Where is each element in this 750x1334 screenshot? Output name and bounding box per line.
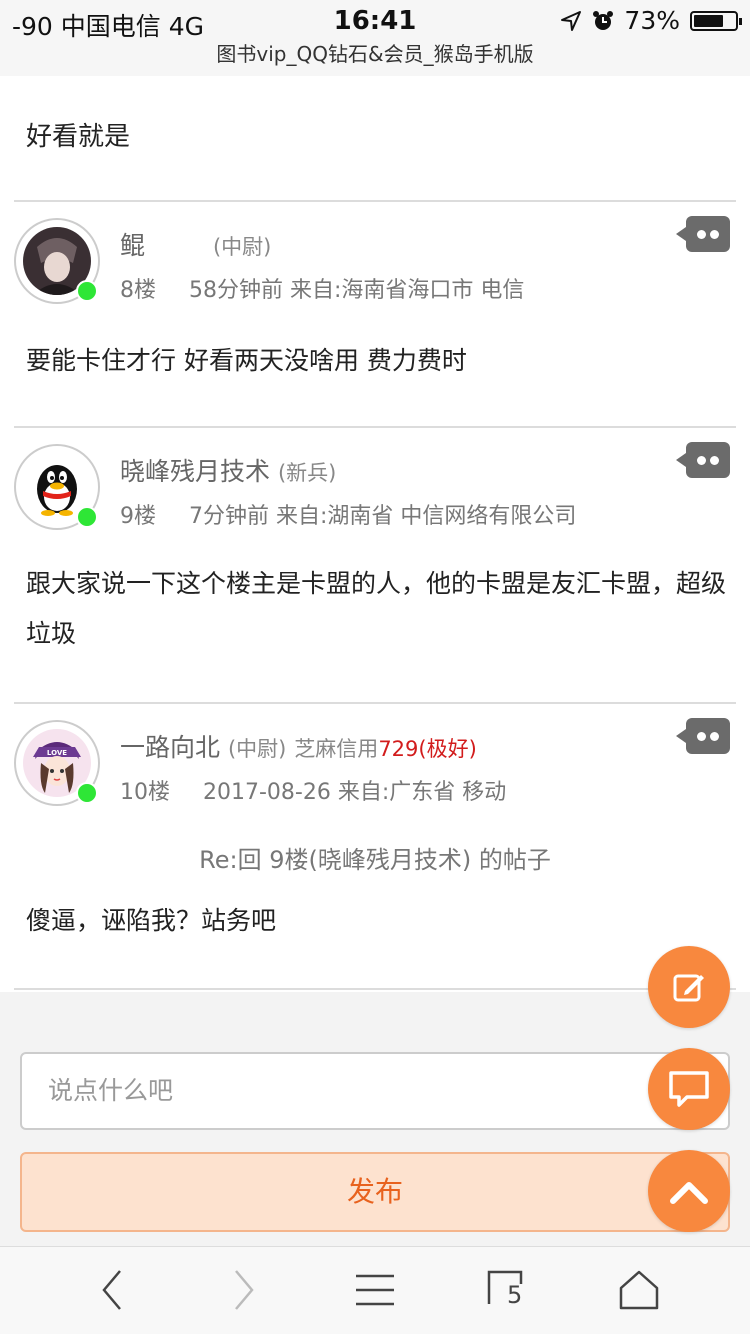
floor-number: 8楼 [120, 278, 156, 303]
back-icon [102, 1270, 121, 1310]
forward-icon [235, 1270, 254, 1310]
comment-button[interactable] [648, 1048, 730, 1130]
user-rank: (新兵) [277, 461, 337, 485]
floor-number: 10楼 [120, 780, 170, 805]
post-list: 好看就是 鲲 (中尉) 8楼 58分钟前 来自:海南省海口市 电信 要能卡住才行… [0, 76, 750, 990]
location-icon [561, 10, 582, 31]
list-item: 鲲 (中尉) 8楼 58分钟前 来自:海南省海口市 电信 要能卡住才行 好看两天… [14, 202, 736, 428]
online-status-dot [76, 280, 98, 302]
post-meta: 2017-08-26 来自:广东省 移动 [203, 780, 507, 805]
avatar[interactable] [14, 444, 100, 530]
svg-text:LOVE: LOVE [47, 749, 67, 757]
battery-icon [690, 10, 742, 31]
menu-icon [356, 1274, 394, 1306]
post-text: 傻逼，诬陷我？站务吧 [26, 906, 277, 935]
chevron-up-icon [670, 1182, 708, 1204]
forward-button[interactable] [216, 1265, 272, 1315]
reply-bubble-icon[interactable] [676, 216, 730, 252]
reply-bubble-icon[interactable] [676, 442, 730, 478]
status-bar: -90 中国电信 4G 16:41 73% [0, 0, 750, 44]
username[interactable]: 一路向北 [120, 733, 220, 762]
publish-button[interactable]: 发布 [20, 1152, 730, 1232]
credit-label: 芝麻信用 [294, 737, 379, 761]
avatar[interactable]: LOVE [14, 720, 100, 806]
list-item: LOVE 一路向北 (中尉) 芝麻信用729(极好) 10楼 2017-08-2… [14, 704, 736, 990]
post-meta: 58分钟前 来自:海南省海口市 电信 [189, 278, 525, 303]
post-text: 好看就是 [26, 122, 131, 152]
browser-toolbar: 5 [0, 1246, 750, 1334]
battery-percent: 73% [624, 6, 680, 35]
floor-number: 9楼 [120, 504, 156, 529]
post-text: 要能卡住才行 好看两天没啥用 费力费时 [26, 346, 467, 375]
home-icon [619, 1270, 659, 1310]
credit-score: 729(极好) [378, 737, 477, 761]
back-button[interactable] [84, 1265, 140, 1315]
comment-icon [669, 1071, 709, 1107]
reply-quote[interactable]: Re:回 9楼(晓峰残月技术) 的帖子 [14, 840, 736, 875]
user-rank: (中尉) [212, 235, 272, 259]
edit-icon [673, 974, 704, 1002]
battery-level [694, 14, 724, 27]
reply-bubble-icon[interactable] [676, 718, 730, 754]
menu-button[interactable] [347, 1265, 403, 1315]
list-item: 晓峰残月技术 (新兵) 9楼 7分钟前 来自:湖南省 中信网络有限公司 跟大家说… [14, 428, 736, 704]
scroll-top-button[interactable] [648, 1150, 730, 1232]
username[interactable]: 鲲 [120, 231, 145, 260]
user-rank: (中尉) [227, 737, 287, 761]
username[interactable]: 晓峰残月技术 [120, 457, 270, 486]
online-status-dot [76, 782, 98, 804]
alarm-icon [593, 10, 614, 30]
post-meta: 7分钟前 来自:湖南省 中信网络有限公司 [189, 504, 577, 529]
tabs-count: 5 [507, 1281, 523, 1309]
page-title[interactable]: 图书vip_QQ钻石&会员_猴岛手机版 [0, 40, 750, 76]
avatar[interactable] [14, 218, 100, 304]
post-text: 跟大家说一下这个楼主是卡盟的人，他的卡盟是友汇卡盟，超级垃圾 [26, 569, 727, 648]
comment-input[interactable]: 说点什么吧 [20, 1052, 730, 1130]
online-status-dot [76, 506, 98, 528]
home-button[interactable] [611, 1265, 667, 1315]
tabs-button[interactable]: 5 [479, 1265, 535, 1315]
edit-button[interactable] [648, 946, 730, 1028]
list-item: 好看就是 [14, 76, 736, 202]
compose-panel: 说点什么吧 发布 [0, 992, 750, 1246]
